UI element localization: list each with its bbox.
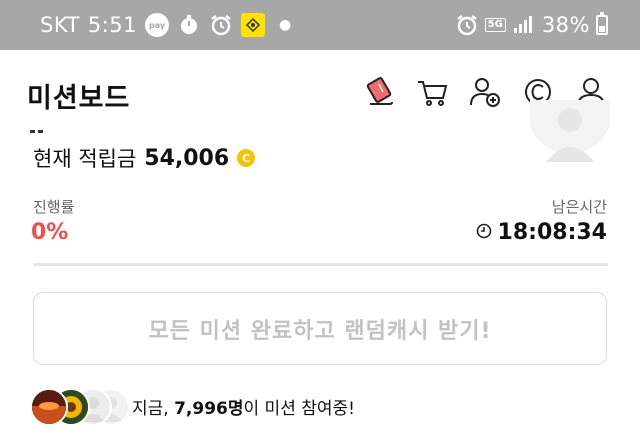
- signal-icon: [512, 13, 536, 37]
- page-title: 미션보드: [27, 83, 131, 114]
- balance-row: 현재 적립금 54,006 C: [33, 143, 256, 173]
- pay-icon: pay: [144, 13, 169, 37]
- alarm-icon: [209, 13, 233, 37]
- participants-prefix: 지금,: [132, 398, 175, 419]
- clock-icon: [476, 223, 492, 243]
- remaining-time-row: 18:08:34: [476, 220, 607, 245]
- balance-label: 현재 적립금: [33, 147, 137, 171]
- progress-label: 진행률: [33, 198, 75, 216]
- participants-text: 지금, 7,996명이 미션 참여중!: [132, 394, 355, 419]
- network-type: 5G: [484, 18, 506, 32]
- status-bar: SKT 5:51 pay ● 5G 38%: [0, 0, 640, 50]
- avatar: [530, 100, 610, 170]
- progress-value: 0%: [31, 220, 69, 245]
- participant-avatars: [30, 388, 130, 426]
- notification-dot-icon: ●: [278, 17, 292, 33]
- balance-value: 54,006: [144, 145, 230, 171]
- app-icon: [240, 13, 265, 37]
- participants-suffix: 이 미션 참여중!: [243, 398, 355, 419]
- divider: [33, 263, 608, 266]
- complete-all-missions-button[interactable]: 모든 미션 완료하고 랜덤캐시 받기!: [33, 292, 607, 365]
- timer-icon: [177, 13, 201, 37]
- add-friend-icon[interactable]: [467, 74, 503, 110]
- cart-icon[interactable]: [414, 74, 450, 110]
- status-bar-right: 5G 38%: [455, 10, 608, 40]
- battery-icon: [596, 12, 608, 35]
- status-bar-left: SKT 5:51 pay ●: [40, 10, 291, 40]
- scrolled-content-edge: [30, 124, 44, 140]
- remaining-time-label: 남은시간: [551, 198, 607, 216]
- coin-icon: C: [237, 149, 256, 167]
- battery-percent: 38%: [541, 13, 590, 37]
- alarm-icon: [455, 13, 479, 37]
- mission-card-icon[interactable]: [362, 74, 398, 110]
- clock: 5:51: [87, 13, 137, 37]
- remaining-time-value: 18:08:34: [497, 220, 607, 245]
- participants-count: 7,996명: [174, 398, 244, 419]
- carrier-label: SKT: [40, 13, 80, 37]
- participants-row: 지금, 7,996명이 미션 참여중!: [30, 388, 355, 426]
- participant-avatar: [30, 388, 68, 426]
